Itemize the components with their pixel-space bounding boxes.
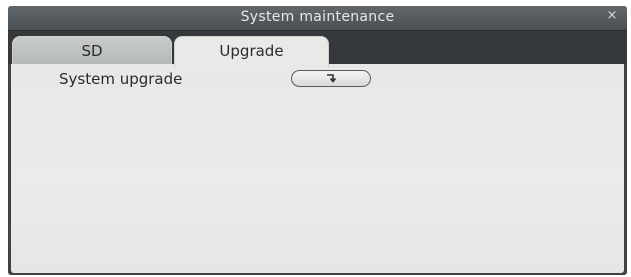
enter-icon <box>327 74 337 83</box>
tab-strip: SD Upgrade <box>8 31 627 68</box>
system-upgrade-button[interactable] <box>291 70 371 87</box>
tab-upgrade[interactable]: Upgrade <box>174 36 329 68</box>
title-bar: System maintenance × <box>8 6 627 31</box>
system-upgrade-label: System upgrade <box>59 70 183 88</box>
dialog-title: System maintenance <box>240 9 395 25</box>
upgrade-panel: System upgrade <box>11 64 624 273</box>
close-icon[interactable]: × <box>605 8 619 24</box>
tab-sd[interactable]: SD <box>12 36 172 66</box>
system-maintenance-dialog: System maintenance × SD Upgrade System u… <box>8 6 627 275</box>
